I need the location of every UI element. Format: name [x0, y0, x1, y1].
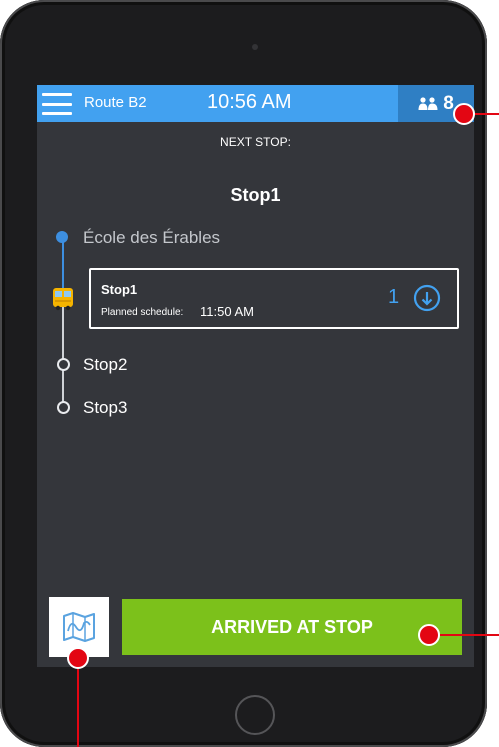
next-stop-name: Stop1 [230, 185, 281, 205]
bus-icon [53, 288, 73, 311]
arrow-down-circle-icon [413, 284, 441, 312]
clock-time: 10:56 AM [207, 91, 292, 113]
past-stop-name: École des Érables [83, 228, 221, 247]
people-icon [418, 97, 438, 110]
planned-schedule-time: 11:50 AM [200, 304, 254, 319]
map-icon [63, 612, 95, 642]
upcoming-stop-marker [57, 358, 70, 371]
planned-schedule-label: Planned schedule: [101, 307, 184, 318]
next-stop-label: NEXT STOP: [220, 135, 291, 149]
callout-line [473, 113, 499, 115]
dropoff-count: 1 [388, 286, 400, 308]
callout-marker [67, 647, 89, 669]
current-stop-card[interactable]: Stop1 Planned schedule: 11:50 AM 1 [89, 268, 459, 329]
callout-marker [453, 103, 475, 125]
hamburger-menu-icon[interactable] [42, 93, 72, 115]
top-bar: Route B2 10:56 AM 8 [37, 85, 474, 122]
callout-line [438, 634, 499, 636]
timeline-line [62, 297, 64, 407]
arrived-at-stop-button[interactable]: ARRIVED AT STOP [122, 599, 462, 655]
app-screen: Route B2 10:56 AM 8 NEXT STOP: Stop1 Éco… [37, 85, 474, 667]
route-label: Route B2 [84, 94, 147, 111]
upcoming-stop-name: Stop3 [83, 398, 128, 417]
tablet-device: Route B2 10:56 AM 8 NEXT STOP: Stop1 Éco… [0, 0, 487, 747]
callout-marker [418, 624, 440, 646]
home-button[interactable] [235, 695, 275, 735]
upcoming-stop-name: Stop2 [83, 355, 128, 374]
callout-line [77, 669, 79, 747]
current-stop-name: Stop1 [101, 282, 138, 297]
upcoming-stop-marker [57, 401, 70, 414]
front-camera [252, 44, 258, 50]
completed-stop-marker [56, 231, 68, 243]
